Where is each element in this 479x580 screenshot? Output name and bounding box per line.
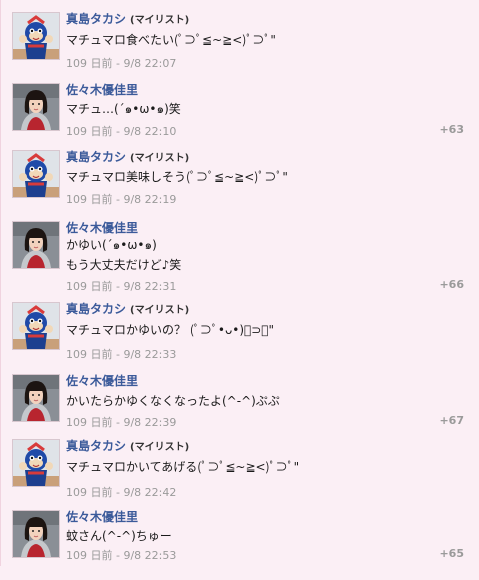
comment-text: もう大丈夫だけど♪笑 xyxy=(66,258,182,272)
comment-timestamp[interactable]: 109 日前 - 9/8 22:10 xyxy=(66,123,176,139)
comment-timestamp[interactable]: 109 日前 - 9/8 22:39 xyxy=(66,414,176,430)
author-name[interactable]: 真島タカシ xyxy=(66,150,126,164)
comment-author[interactable]: 真島タカシ (マイリスト) xyxy=(66,300,189,317)
comment-item: 真島タカシ (マイリスト) マチュマロ食べたい(ﾟ⊃ﾟ≦~≧<)ﾟ⊃ﾟ" 109 … xyxy=(1,12,479,82)
comment-item: 真島タカシ (マイリスト) マチュマロかゆいの？ (ﾟ⊃ﾟ•ᴗ•)ﾟ⊃ﾟ" 109… xyxy=(1,302,479,372)
mascot-avatar-icon[interactable] xyxy=(12,12,60,60)
comment-item: 真島タカシ (マイリスト) マチュマロ美味しそう(ﾟ⊃ﾟ≦~≧<)ﾟ⊃ﾟ" 109… xyxy=(1,150,479,220)
comment-text: マチュマロかいてあげる(ﾟ⊃ﾟ≦~≧<)ﾟ⊃ﾟ" xyxy=(66,460,300,474)
plus-count: +63 xyxy=(439,123,464,136)
comment-timestamp[interactable]: 109 日前 - 9/8 22:33 xyxy=(66,346,176,362)
comment-text: かいたらかゆくなくなったよ(^-^)ぷぷ xyxy=(66,394,280,408)
author-name[interactable]: 佐々木優佳里 xyxy=(66,221,138,235)
comment-timestamp[interactable]: 109 日前 - 9/8 22:42 xyxy=(66,484,176,500)
plus-count: +67 xyxy=(439,414,464,427)
author-name[interactable]: 佐々木優佳里 xyxy=(66,510,138,524)
comment-feed: 真島タカシ (マイリスト) マチュマロ食べたい(ﾟ⊃ﾟ≦~≧<)ﾟ⊃ﾟ" 109 … xyxy=(0,0,479,566)
mascot-avatar-icon[interactable] xyxy=(12,150,60,198)
comment-item: 佐々木優佳里 蚊さん(^-^)ちゅー 109 日前 - 9/8 22:53 +6… xyxy=(1,510,479,580)
comment-author[interactable]: 佐々木優佳里 xyxy=(66,508,142,525)
comment-author[interactable]: 真島タカシ (マイリスト) xyxy=(66,437,189,454)
mylist-badge: (マイリスト) xyxy=(130,15,190,26)
comment-timestamp[interactable]: 109 日前 - 9/8 22:07 xyxy=(66,55,176,71)
comment-author[interactable]: 真島タカシ (マイリスト) xyxy=(66,148,189,165)
mylist-badge: (マイリスト) xyxy=(130,305,190,316)
comment-timestamp[interactable]: 109 日前 - 9/8 22:19 xyxy=(66,191,176,207)
author-name[interactable]: 真島タカシ xyxy=(66,439,126,453)
comment-timestamp[interactable]: 109 日前 - 9/8 22:53 xyxy=(66,547,176,563)
mascot-avatar-icon[interactable] xyxy=(12,439,60,487)
comment-text: マチュマロ食べたい(ﾟ⊃ﾟ≦~≧<)ﾟ⊃ﾟ" xyxy=(66,33,276,47)
comment-text: マチュマロかゆいの？ (ﾟ⊃ﾟ•ᴗ•)ﾟ⊃ﾟ" xyxy=(66,323,275,337)
comment-text: 蚊さん(^-^)ちゅー xyxy=(66,529,172,543)
comment-text: かゆい(´๑•ω•๑) xyxy=(66,238,157,252)
mylist-badge: (マイリスト) xyxy=(130,153,190,164)
comment-author[interactable]: 佐々木優佳里 xyxy=(66,219,142,236)
comment-item: 佐々木優佳里 マチュ…(´๑•ω•๑)笑 109 日前 - 9/8 22:10 … xyxy=(1,83,479,153)
author-name[interactable]: 佐々木優佳里 xyxy=(66,374,138,388)
author-name[interactable]: 真島タカシ xyxy=(66,12,126,26)
comment-timestamp[interactable]: 109 日前 - 9/8 22:31 xyxy=(66,278,176,294)
person-avatar-icon[interactable] xyxy=(12,374,60,422)
comment-item: 佐々木優佳里 かゆい(´๑•ω•๑) もう大丈夫だけど♪笑 109 日前 - 9… xyxy=(1,219,479,294)
mylist-badge: (マイリスト) xyxy=(130,442,190,453)
comment-text: マチュ…(´๑•ω•๑)笑 xyxy=(66,102,181,116)
comment-text: マチュマロ美味しそう(ﾟ⊃ﾟ≦~≧<)ﾟ⊃ﾟ" xyxy=(66,170,288,184)
author-name[interactable]: 真島タカシ xyxy=(66,302,126,316)
person-avatar-icon[interactable] xyxy=(12,83,60,131)
comment-author[interactable]: 真島タカシ (マイリスト) xyxy=(66,10,189,27)
mascot-avatar-icon[interactable] xyxy=(12,302,60,350)
comment-item: 佐々木優佳里 かいたらかゆくなくなったよ(^-^)ぷぷ 109 日前 - 9/8… xyxy=(1,374,479,444)
plus-count: +66 xyxy=(439,278,464,291)
comment-author[interactable]: 佐々木優佳里 xyxy=(66,81,142,98)
comment-item: 真島タカシ (マイリスト) マチュマロかいてあげる(ﾟ⊃ﾟ≦~≧<)ﾟ⊃ﾟ" 10… xyxy=(1,439,479,509)
person-avatar-icon[interactable] xyxy=(12,221,60,269)
author-name[interactable]: 佐々木優佳里 xyxy=(66,83,138,97)
comment-author[interactable]: 佐々木優佳里 xyxy=(66,372,142,389)
plus-count: +65 xyxy=(439,547,464,560)
person-avatar-icon[interactable] xyxy=(12,510,60,558)
